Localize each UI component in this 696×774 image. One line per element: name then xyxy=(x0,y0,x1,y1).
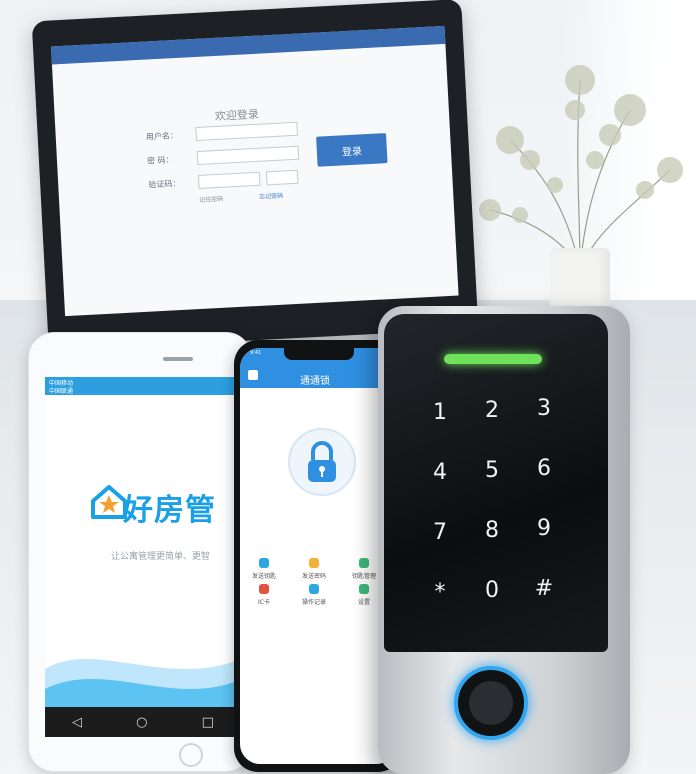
unlock-button[interactable] xyxy=(288,428,356,496)
key-manage-icon xyxy=(359,558,369,568)
forgot-link[interactable]: 忘记密码 xyxy=(259,191,283,201)
tablet-screen: 中国移动 中国联通 好房管 让公寓管理更简单、更智 ◁ ○ □ xyxy=(45,377,241,737)
key-8[interactable]: 8 xyxy=(472,510,512,550)
captcha-input[interactable] xyxy=(197,171,261,189)
status-bar: 中国移动 中国联通 xyxy=(45,377,241,395)
login-button[interactable]: 登录 xyxy=(316,133,388,167)
key-9[interactable]: 9 xyxy=(524,508,564,548)
send-key-icon xyxy=(259,558,269,568)
phone-app-title: 通通锁 xyxy=(300,376,330,387)
profile-icon[interactable] xyxy=(248,370,258,380)
app-slogan: 让公寓管理更简单、更智 xyxy=(111,552,211,562)
fn-send-key[interactable]: 发送钥匙 xyxy=(244,558,284,580)
ic-card-icon xyxy=(259,584,269,594)
keypad-glass-panel: 1 2 3 4 5 6 7 8 9 * 0 # xyxy=(384,314,608,652)
key-6[interactable]: 6 xyxy=(524,448,564,488)
fn-records[interactable]: 操作记录 xyxy=(294,584,334,606)
records-icon xyxy=(309,584,319,594)
fn-label: 发送钥匙 xyxy=(251,573,276,580)
fn-send-password[interactable]: 发送密码 xyxy=(294,558,334,580)
captcha-image xyxy=(265,169,299,186)
key-3[interactable]: 3 xyxy=(524,388,564,428)
key-2[interactable]: 2 xyxy=(472,390,512,430)
phone: 9:41 通通锁 发送钥匙 发送密码 钥匙管理 IC卡 操作记录 设置 xyxy=(234,340,402,772)
key-0[interactable]: 0 xyxy=(472,570,512,610)
laptop: 欢迎登录 用户名： 密 码： 验证码： 记住密码 忘记密码 登录 xyxy=(31,0,479,352)
status-led xyxy=(444,354,542,364)
tablet-nav-bar: ◁ ○ □ xyxy=(45,707,241,737)
app-name: 好房管 xyxy=(123,493,216,528)
phone-notch xyxy=(284,348,354,360)
settings-icon xyxy=(359,584,369,594)
laptop-screen: 欢迎登录 用户名： 密 码： 验证码： 记住密码 忘记密码 登录 xyxy=(50,25,459,317)
fn-label: 设置 xyxy=(357,599,370,606)
key-5[interactable]: 5 xyxy=(472,450,512,490)
carrier-2: 中国联通 xyxy=(49,388,74,395)
tablet-speaker xyxy=(163,357,193,361)
fingerprint-sensor[interactable] xyxy=(454,666,528,740)
remember-checkbox[interactable]: 记住密码 xyxy=(199,194,223,204)
phone-time: 9:41 xyxy=(250,350,262,356)
fn-label: 钥匙管理 xyxy=(351,573,376,580)
key-1[interactable]: 1 xyxy=(420,392,460,432)
plant-icon xyxy=(479,65,683,271)
tablet: 中国移动 中国联通 好房管 让公寓管理更简单、更智 ◁ ○ □ xyxy=(28,332,252,772)
home-button[interactable]: ○ xyxy=(136,715,147,730)
fn-ic-card[interactable]: IC卡 xyxy=(244,584,284,606)
fingerprint-icon xyxy=(469,681,513,725)
phone-screen: 9:41 通通锁 发送钥匙 发送密码 钥匙管理 IC卡 操作记录 设置 xyxy=(240,348,396,764)
key-7[interactable]: 7 xyxy=(420,512,460,552)
padlock-icon xyxy=(308,441,336,482)
username-label: 用户名： xyxy=(145,130,179,142)
username-input[interactable] xyxy=(195,121,299,142)
login-title: 欢迎登录 xyxy=(214,107,260,124)
captcha-label: 验证码： xyxy=(148,178,181,190)
key-star[interactable]: * xyxy=(420,572,460,612)
keypad-lock-device: 1 2 3 4 5 6 7 8 9 * 0 # xyxy=(378,306,630,774)
key-hash[interactable]: # xyxy=(524,568,564,608)
password-input[interactable] xyxy=(196,145,300,166)
key-4[interactable]: 4 xyxy=(420,452,460,492)
fn-label: 操作记录 xyxy=(301,599,326,606)
password-label: 密 码： xyxy=(146,155,174,166)
recents-button[interactable]: □ xyxy=(202,715,214,730)
tablet-home-button[interactable] xyxy=(179,743,203,767)
fn-label: IC卡 xyxy=(258,599,270,606)
back-button[interactable]: ◁ xyxy=(72,715,82,730)
send-password-icon xyxy=(309,558,319,568)
fn-label: 发送密码 xyxy=(301,573,326,580)
